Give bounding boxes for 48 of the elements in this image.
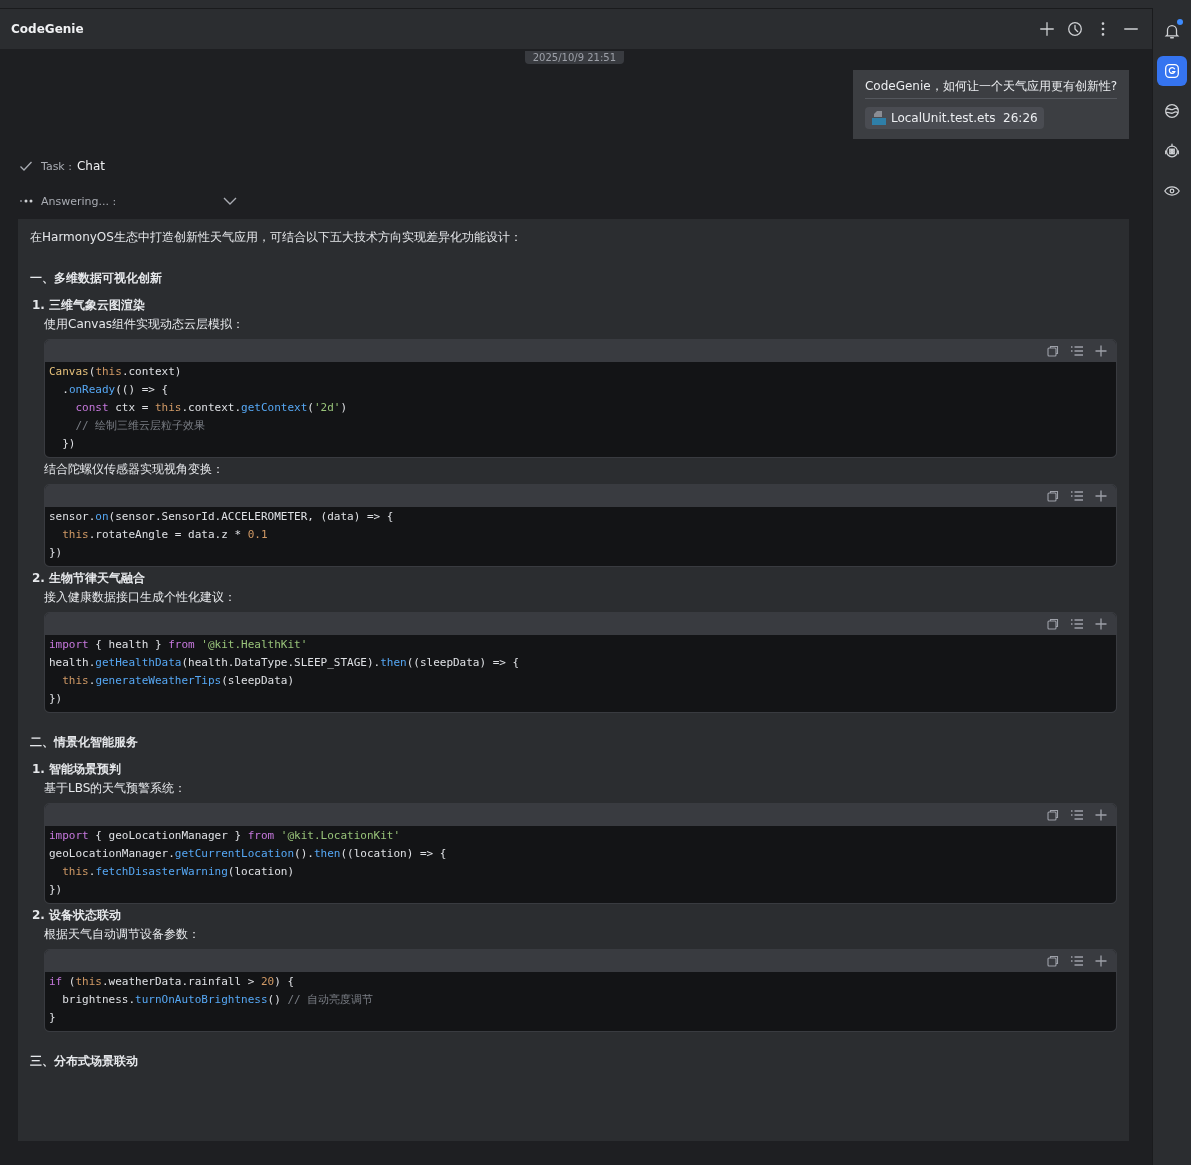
globe-icon[interactable] — [1163, 102, 1181, 120]
description-text: 根据天气自动调节设备参数： — [44, 926, 201, 943]
code-block: Canvas(this.context) .onReady(() => { const ctx = this.context.getContext('2d') // 绘制三维云层粒子效果 }) — [45, 362, 1116, 457]
description-text: 结合陀螺仪传感器实现视角变换： — [44, 461, 225, 478]
insert-icon[interactable] — [1070, 808, 1084, 822]
add-icon[interactable] — [1094, 954, 1108, 968]
history-icon[interactable] — [1066, 20, 1084, 38]
copy-icon[interactable] — [1046, 344, 1060, 358]
copy-icon[interactable] — [1046, 808, 1060, 822]
file-attachment[interactable]: LocalUnit.test.ets 26:26 — [864, 107, 1044, 129]
add-icon[interactable] — [1094, 344, 1108, 358]
insert-icon[interactable] — [1070, 489, 1084, 503]
loading-dots-icon — [19, 198, 33, 204]
code-block: sensor.on(sensor.SensorId.ACCELEROMETER, (data) => { this.rotateAngle = data.z * 0.1 }) — [45, 507, 1116, 566]
logo-icon[interactable] — [1163, 62, 1181, 80]
robot-icon[interactable] — [1163, 142, 1181, 160]
description-text: 接入健康数据接口生成个性化建议： — [44, 589, 237, 606]
add-icon[interactable] — [1038, 20, 1056, 38]
code-block: import { health } from '@kit.HealthKit' health.getHealthData(health.DataType.SLEEP_STAGE).then((sleepData) => { this.generateWeatherTips(sleepData) }) — [45, 635, 1116, 712]
copy-icon[interactable] — [1046, 954, 1060, 968]
task-value: Chat — [76, 159, 105, 173]
description-text: 使用Canvas组件实现动态云层模拟： — [44, 316, 246, 333]
list-item-title: 2. 设备状态联动 — [32, 907, 123, 924]
insert-icon[interactable] — [1070, 344, 1084, 358]
add-icon[interactable] — [1094, 489, 1108, 503]
code-block: if (this.weatherData.rainfall > 20) { brightness.turnOnAutoBrightness() // 自动亮度调节 } — [45, 972, 1116, 1031]
insert-icon[interactable] — [1070, 617, 1084, 631]
description-text: 基于LBS的天气预警系统： — [44, 780, 188, 797]
list-item-title: 1. 智能场景预判 — [32, 761, 123, 778]
status-label: Answering... : — [41, 194, 117, 208]
section-heading: 二、情景化智能服务 — [30, 734, 139, 751]
insert-icon[interactable] — [1070, 954, 1084, 968]
timestamp: 2025/10/9 21:51 — [524, 51, 624, 64]
bell-icon[interactable] — [1163, 22, 1181, 40]
code-block: import { geoLocationManager } from '@kit.LocationKit' geoLocationManager.getCurrentLocation().then((location) => { this.fetchDisasterWarning(location) }) — [45, 826, 1116, 903]
add-icon[interactable] — [1094, 617, 1108, 631]
task-label: Task : — [41, 159, 72, 173]
section-heading: 一、多维数据可视化创新 — [30, 270, 163, 287]
panel-title: CodeGenie — [11, 22, 85, 36]
copy-icon[interactable] — [1046, 489, 1060, 503]
add-icon[interactable] — [1094, 808, 1108, 822]
copy-icon[interactable] — [1046, 617, 1060, 631]
section-heading: 三、分布式场景联动 — [30, 1053, 139, 1070]
message-text: CodeGenie，如何让一个天气应用更有创新性? — [864, 78, 1117, 99]
list-item-title: 1. 三维气象云图渲染 — [32, 297, 147, 314]
intro-text: 在HarmonyOS生态中打造创新性天气应用，可结合以下五大技术方向实现差异化功能设计： — [30, 229, 523, 246]
list-item-title: 2. 生物节律天气融合 — [32, 570, 147, 587]
file-icon — [870, 110, 887, 126]
